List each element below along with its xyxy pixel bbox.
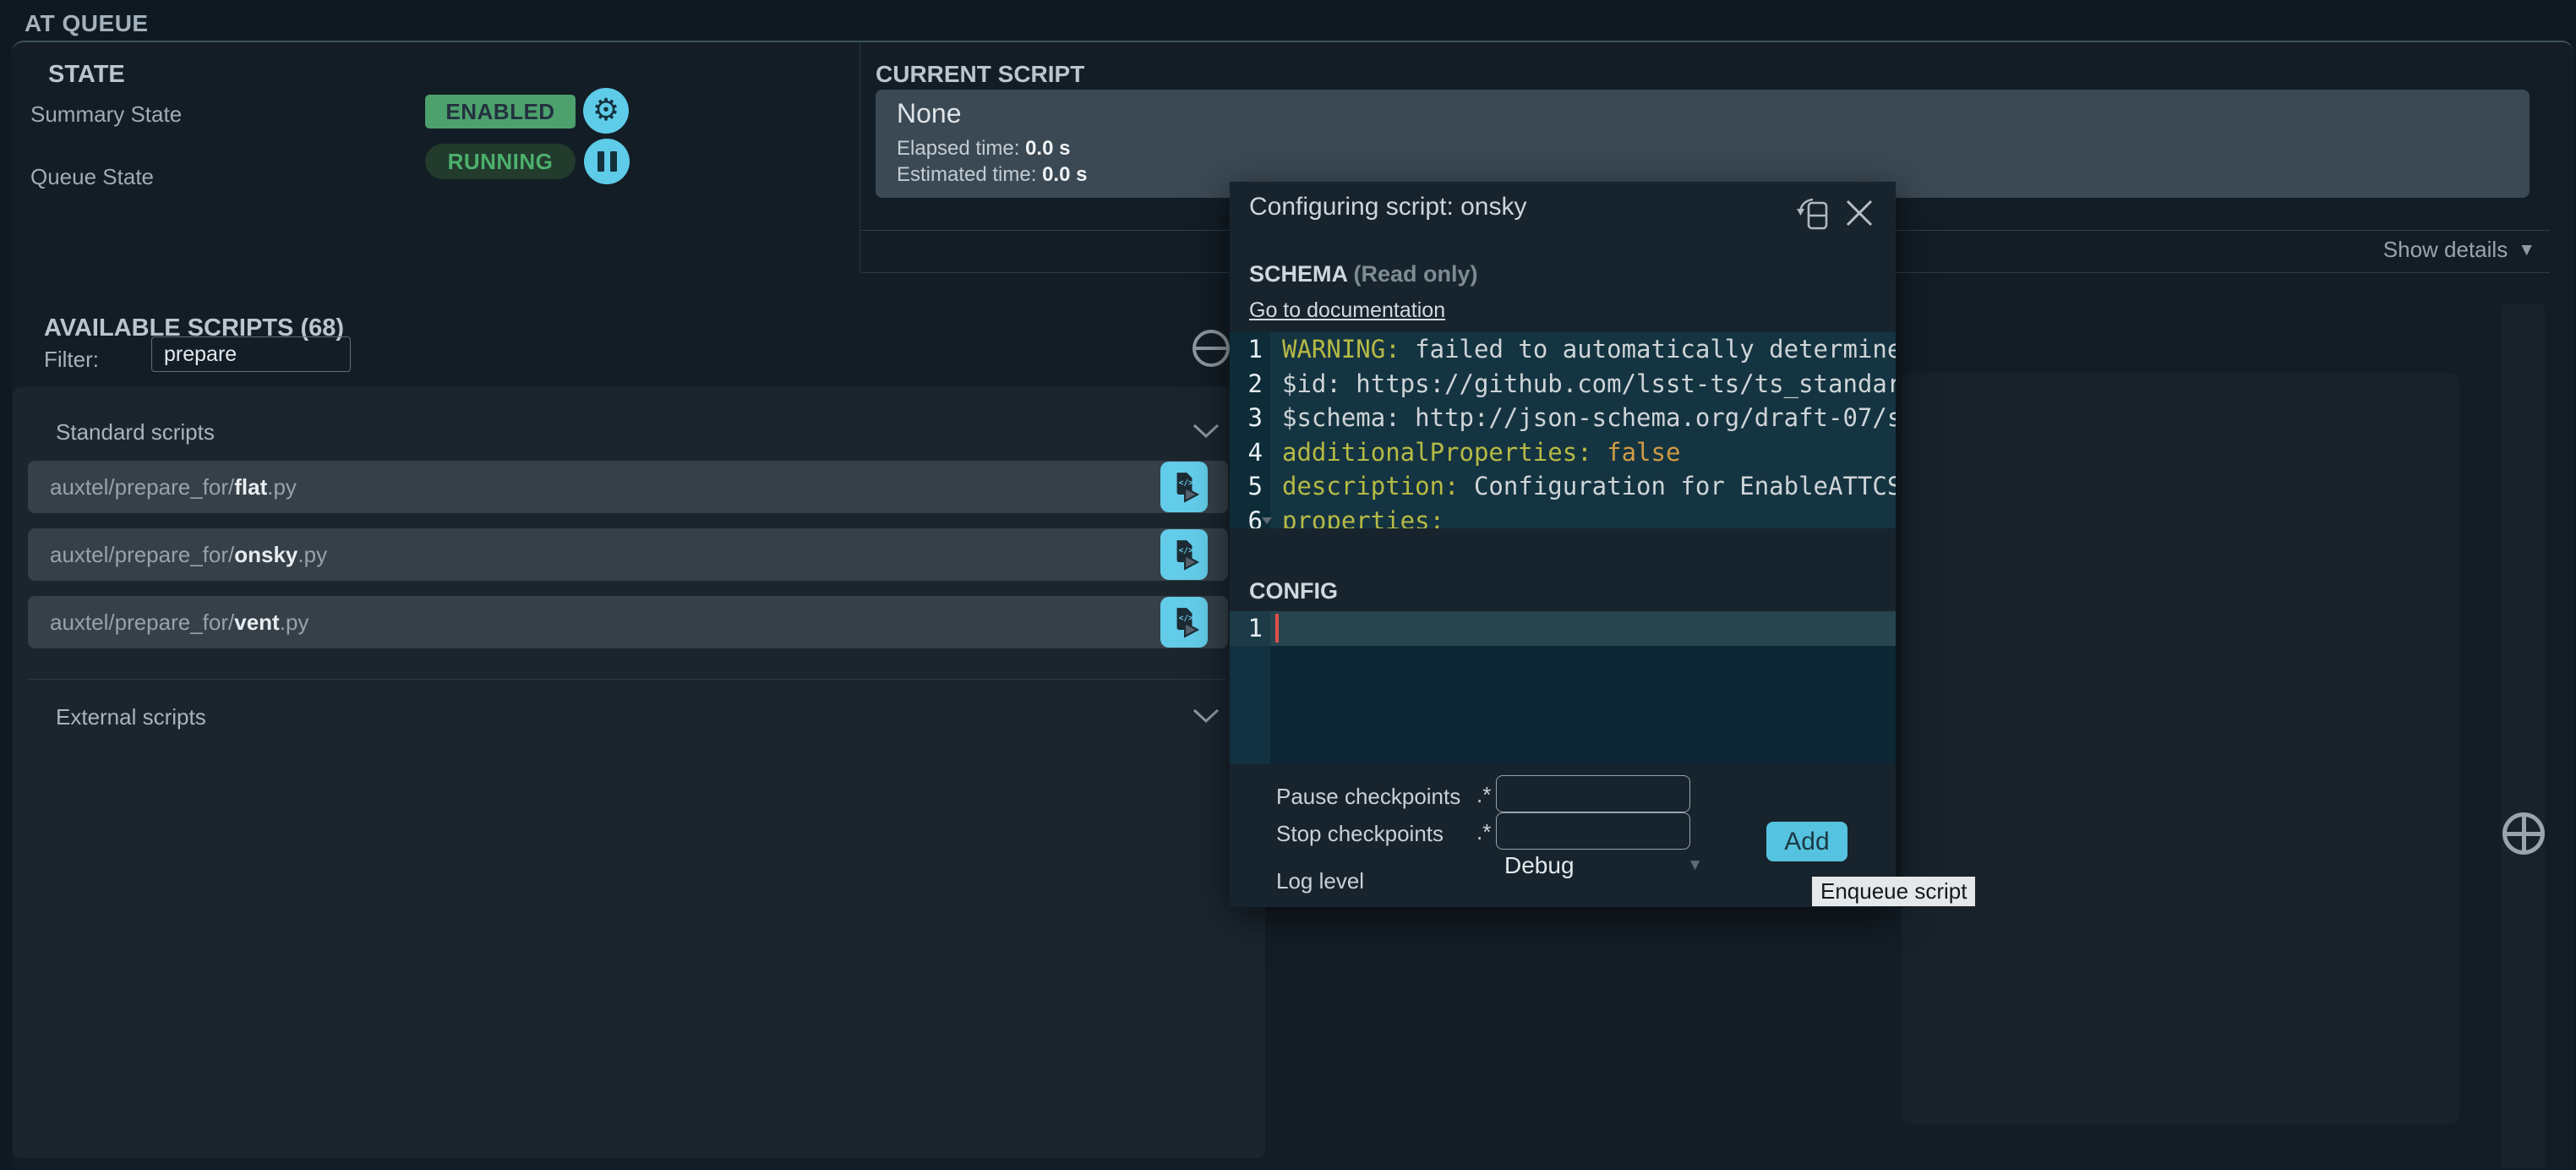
divider [28,679,1226,680]
estimated-time: Estimated time: 0.0 s [897,163,1087,187]
stop-checkpoints-input[interactable] [1496,812,1690,850]
config-editor[interactable]: 1 [1230,611,1896,764]
standard-scripts-header[interactable]: Standard scripts [56,419,215,446]
configure-script-button[interactable]: </> [1160,462,1208,512]
script-row-vent[interactable]: auxtel/prepare_for/vent.py </> [28,596,1228,648]
summary-state-badge: ENABLED [425,95,576,128]
config-line-numbers: 1 [1230,611,1270,764]
script-row-flat[interactable]: auxtel/prepare_for/flat.py </> [28,461,1228,513]
svg-text:</>: </> [1179,546,1193,555]
pause-icon [598,151,617,172]
gear-icon: ⚙ [592,96,619,126]
log-level-label: Log level [1276,868,1364,894]
current-script-name: None [897,98,962,129]
show-details-toggle[interactable]: Show details ▼ [2197,237,2535,263]
pause-checkpoints-pattern: .* [1476,782,1491,808]
estimated-time-value: 0.0 s [1042,163,1087,186]
modal-title: Configuring script: onsky [1249,193,1526,221]
text-caret [1275,614,1279,642]
chevron-down-icon: ▼ [2518,240,2535,260]
schema-editor[interactable]: 1 2 3 4 5 6 WARNING: failed to automatic… [1230,332,1896,528]
pause-checkpoints-input[interactable] [1496,775,1690,812]
reload-schema-icon[interactable] [1794,195,1833,234]
chevron-down-icon: ▼ [1687,856,1703,875]
schema-readonly-label: (Read only) [1354,261,1478,287]
fold-caret-icon [1262,517,1272,524]
svg-text:</>: </> [1179,614,1193,623]
add-button[interactable]: Add [1766,822,1847,861]
filter-label: Filter: [44,347,99,373]
stop-checkpoints-pattern: .* [1476,819,1491,845]
chevron-down-icon[interactable] [1192,423,1220,440]
config-code[interactable] [1270,611,1896,764]
svg-text:</>: </> [1179,478,1193,488]
close-icon[interactable] [1843,197,1875,229]
launch-script-icon: </> [1168,539,1200,571]
configure-script-button[interactable]: </> [1160,597,1208,648]
chevron-down-icon[interactable] [1192,708,1220,724]
launch-script-icon: </> [1168,606,1200,638]
configure-script-button[interactable]: </> [1160,529,1208,580]
state-section-title: STATE [48,61,125,89]
side-strip [2501,303,2545,1168]
config-heading: CONFIG [1249,578,1338,604]
summary-state-settings-button[interactable]: ⚙ [583,88,629,134]
external-scripts-header[interactable]: External scripts [56,704,206,730]
schema-heading: SCHEMA (Read only) [1249,261,1478,287]
elapsed-time-value: 0.0 s [1025,137,1070,160]
filter-input[interactable] [151,336,351,372]
collapse-scripts-icon[interactable] [1192,330,1230,367]
queue-state-label: Queue State [30,164,154,190]
stop-checkpoints-label: Stop checkpoints [1276,821,1444,847]
log-level-select[interactable]: Debug ▼ [1504,852,1703,879]
queue-panel [1902,373,2459,1124]
script-row-onsky[interactable]: auxtel/prepare_for/onsky.py </> [28,528,1228,581]
pause-queue-button[interactable] [584,139,630,184]
documentation-link[interactable]: Go to documentation [1249,298,1445,323]
crosshair-icon[interactable] [2502,812,2545,855]
elapsed-time: Elapsed time: 0.0 s [897,137,1070,161]
page-title: AT QUEUE [25,10,149,37]
summary-state-label: Summary State [30,101,182,128]
launch-script-icon: </> [1168,471,1200,503]
enqueue-script-tooltip: Enqueue script [1812,877,1975,906]
configure-script-modal: Configuring script: onsky SCHEMA (Read o… [1230,182,1896,907]
schema-code: WARNING: failed to automatically determi… [1270,332,1896,528]
active-line-highlight [1270,611,1896,646]
schema-line-numbers: 1 2 3 4 5 6 [1230,332,1270,528]
current-script-title: CURRENT SCRIPT [876,61,1084,88]
pause-checkpoints-label: Pause checkpoints [1276,784,1460,810]
log-level-value: Debug [1504,852,1575,879]
queue-state-badge: RUNNING [425,144,576,179]
